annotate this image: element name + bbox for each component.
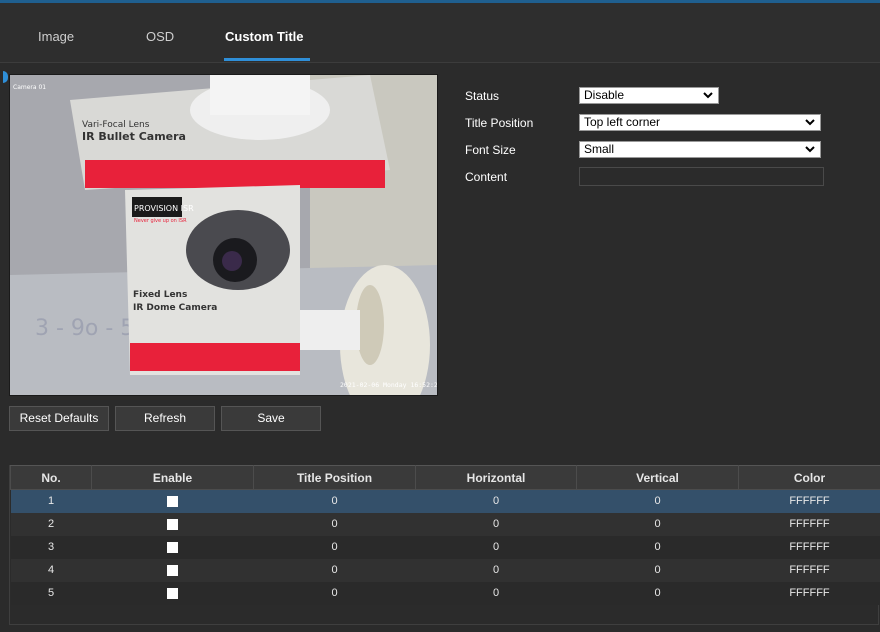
cell-enable	[91, 581, 254, 605]
col-header-enable: Enable	[91, 465, 254, 490]
osd-channel-name: Camera 01	[13, 84, 46, 91]
chevron-down-icon	[805, 146, 815, 153]
enable-checkbox[interactable]	[167, 564, 178, 576]
col-header-color: Color	[738, 465, 880, 490]
svg-text:3 - 9o - 5: 3 - 9o - 5	[35, 316, 134, 341]
box-top-line2: IR Bullet Camera	[82, 130, 186, 143]
enable-checkbox[interactable]	[167, 518, 178, 530]
preview-scene: 3 - 9o - 5 Vari-Focal Lens IR Bullet Cam…	[10, 75, 438, 395]
tab-image[interactable]: Image	[38, 29, 74, 44]
cell-horizontal: 0	[415, 489, 577, 513]
font-size-label: Font Size	[465, 143, 516, 157]
box-bottom-line1: Fixed Lens	[133, 290, 187, 300]
box-bottom-line2: IR Dome Camera	[133, 303, 217, 313]
content-label: Content	[465, 170, 508, 184]
status-select[interactable]: Disable	[579, 87, 719, 104]
cell-vertical: 0	[576, 558, 739, 582]
cell-no: 1	[10, 489, 92, 513]
cell-horizontal: 0	[415, 535, 577, 559]
title-position-label: Title Position	[465, 116, 534, 130]
table-row[interactable]: 1 0 0 0 FFFFFF	[10, 489, 880, 513]
cell-vertical: 0	[576, 489, 739, 513]
cell-enable	[91, 489, 254, 513]
enable-checkbox[interactable]	[167, 541, 178, 553]
table-row[interactable]: 5 0 0 0 FFFFFF	[10, 581, 880, 605]
app-frame: Image OSD Custom Title 3 - 9o - 5 Vari-F…	[0, 0, 880, 632]
content-input[interactable]	[579, 167, 824, 186]
save-button[interactable]: Save	[221, 406, 321, 431]
box-brand-tag: Never give up on ISR	[134, 218, 187, 224]
box-brand: PROVISION ISR	[134, 204, 194, 213]
font-size-value: Small	[584, 142, 615, 156]
collapse-handle[interactable]	[3, 71, 8, 83]
cell-no: 5	[10, 581, 92, 605]
col-header-title-position: Title Position	[253, 465, 416, 490]
active-tab-indicator	[224, 58, 310, 61]
cell-no: 3	[10, 535, 92, 559]
cell-title-position: 0	[253, 558, 416, 582]
cell-vertical: 0	[576, 581, 739, 605]
cell-enable	[91, 558, 254, 582]
cell-vertical: 0	[576, 535, 739, 559]
cell-horizontal: 0	[415, 512, 577, 536]
table-row[interactable]: 3 0 0 0 FFFFFF	[10, 535, 880, 559]
cell-color: FFFFFF	[738, 558, 880, 582]
osd-timestamp: 2021-02-06 Monday 16:52:29	[340, 381, 438, 389]
enable-checkbox[interactable]	[167, 587, 178, 599]
table-header-row: No. Enable Title Position Horizontal Ver…	[10, 465, 880, 490]
cell-title-position: 0	[253, 581, 416, 605]
cell-vertical: 0	[576, 512, 739, 536]
tab-custom-title[interactable]: Custom Title	[225, 29, 304, 44]
cell-title-position: 0	[253, 512, 416, 536]
enable-checkbox[interactable]	[167, 495, 178, 507]
cell-no: 4	[10, 558, 92, 582]
cell-enable	[91, 512, 254, 536]
col-header-vertical: Vertical	[576, 465, 739, 490]
col-header-horizontal: Horizontal	[415, 465, 577, 490]
live-preview: 3 - 9o - 5 Vari-Focal Lens IR Bullet Cam…	[9, 74, 438, 396]
tab-osd[interactable]: OSD	[146, 29, 174, 44]
title-position-value: Top left corner	[584, 115, 661, 129]
cell-title-position: 0	[253, 489, 416, 513]
title-table: No. Enable Title Position Horizontal Ver…	[9, 465, 880, 625]
status-value: Disable	[584, 88, 625, 102]
chevron-down-icon	[805, 119, 815, 126]
refresh-button[interactable]: Refresh	[115, 406, 215, 431]
cell-title-position: 0	[253, 535, 416, 559]
chevron-down-icon	[703, 92, 713, 99]
cell-color: FFFFFF	[738, 512, 880, 536]
cell-color: FFFFFF	[738, 581, 880, 605]
cell-no: 2	[10, 512, 92, 536]
col-header-no: No.	[10, 465, 92, 490]
cell-horizontal: 0	[415, 581, 577, 605]
status-label: Status	[465, 89, 500, 103]
table-row[interactable]: 4 0 0 0 FFFFFF	[10, 558, 880, 582]
cell-color: FFFFFF	[738, 535, 880, 559]
cell-horizontal: 0	[415, 558, 577, 582]
table-row[interactable]: 2 0 0 0 FFFFFF	[10, 512, 880, 536]
reset-defaults-button[interactable]: Reset Defaults	[9, 406, 109, 431]
title-position-select[interactable]: Top left corner	[579, 114, 821, 131]
cell-enable	[91, 535, 254, 559]
cell-color: FFFFFF	[738, 489, 880, 513]
box-top-line1: Vari-Focal Lens	[82, 120, 150, 130]
font-size-select[interactable]: Small	[579, 141, 821, 158]
tab-bar: Image OSD Custom Title	[0, 3, 880, 63]
